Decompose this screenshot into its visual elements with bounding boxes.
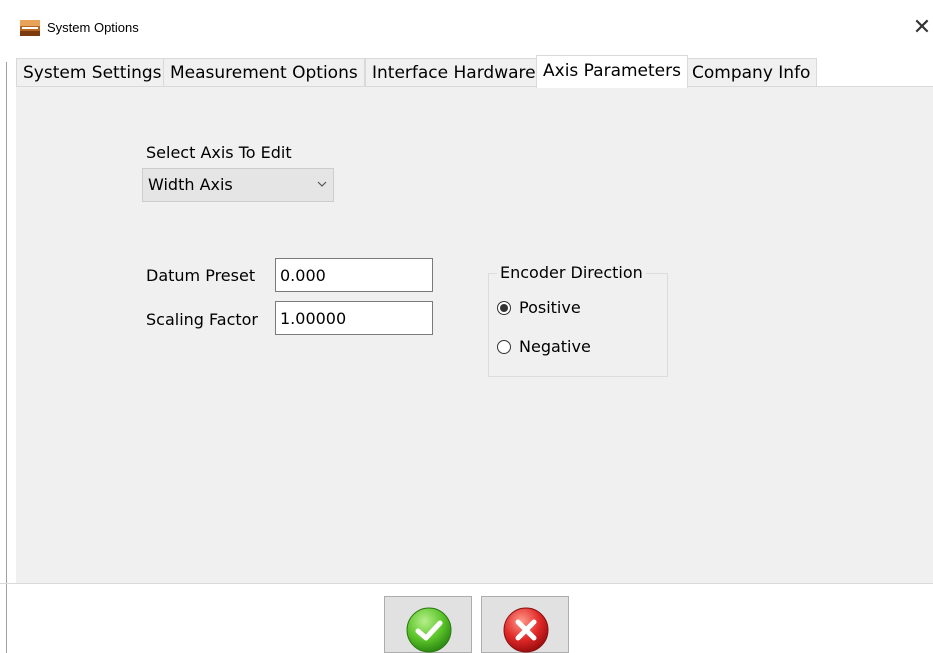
axis-select-value: Width Axis: [148, 175, 233, 194]
encoder-direction-title: Encoder Direction: [497, 263, 646, 283]
red-x-icon: [503, 607, 549, 653]
datum-preset-input[interactable]: [275, 258, 433, 292]
footer-divider: [0, 583, 933, 584]
axis-select-dropdown[interactable]: Width Axis: [142, 168, 334, 202]
datum-preset-label: Datum Preset: [146, 266, 256, 285]
chevron-down-icon: [317, 181, 327, 187]
app-icon: [20, 20, 40, 36]
system-options-dialog: System Options ✕ System Settings Measure…: [0, 0, 933, 653]
encoder-direction-group: Encoder Direction Positive Negative: [488, 263, 668, 377]
green-check-icon: [406, 607, 452, 653]
title-bar[interactable]: System Options ✕: [0, 0, 933, 50]
window-title: System Options: [47, 20, 139, 35]
encoder-negative-label[interactable]: Negative: [519, 337, 591, 357]
cancel-button[interactable]: [481, 596, 569, 653]
select-axis-label: Select Axis To Edit: [146, 143, 292, 162]
encoder-negative-radio[interactable]: [497, 340, 511, 354]
scaling-factor-label: Scaling Factor: [146, 310, 259, 329]
ok-button[interactable]: [384, 596, 472, 653]
window-edge: [6, 62, 7, 653]
tab-interface-hardware[interactable]: Interface Hardware: [365, 58, 543, 87]
encoder-positive-label[interactable]: Positive: [519, 298, 581, 318]
close-icon[interactable]: ✕: [912, 14, 932, 42]
tab-measurement-options[interactable]: Measurement Options: [163, 58, 365, 87]
scaling-factor-input[interactable]: [275, 301, 433, 335]
axis-parameters-panel: Select Axis To Edit Width Axis Datum Pre…: [16, 86, 933, 583]
tab-system-settings[interactable]: System Settings: [16, 58, 169, 87]
tab-axis-parameters[interactable]: Axis Parameters: [536, 55, 688, 88]
encoder-positive-radio[interactable]: [497, 301, 511, 315]
tab-company-info[interactable]: Company Info: [685, 58, 818, 87]
